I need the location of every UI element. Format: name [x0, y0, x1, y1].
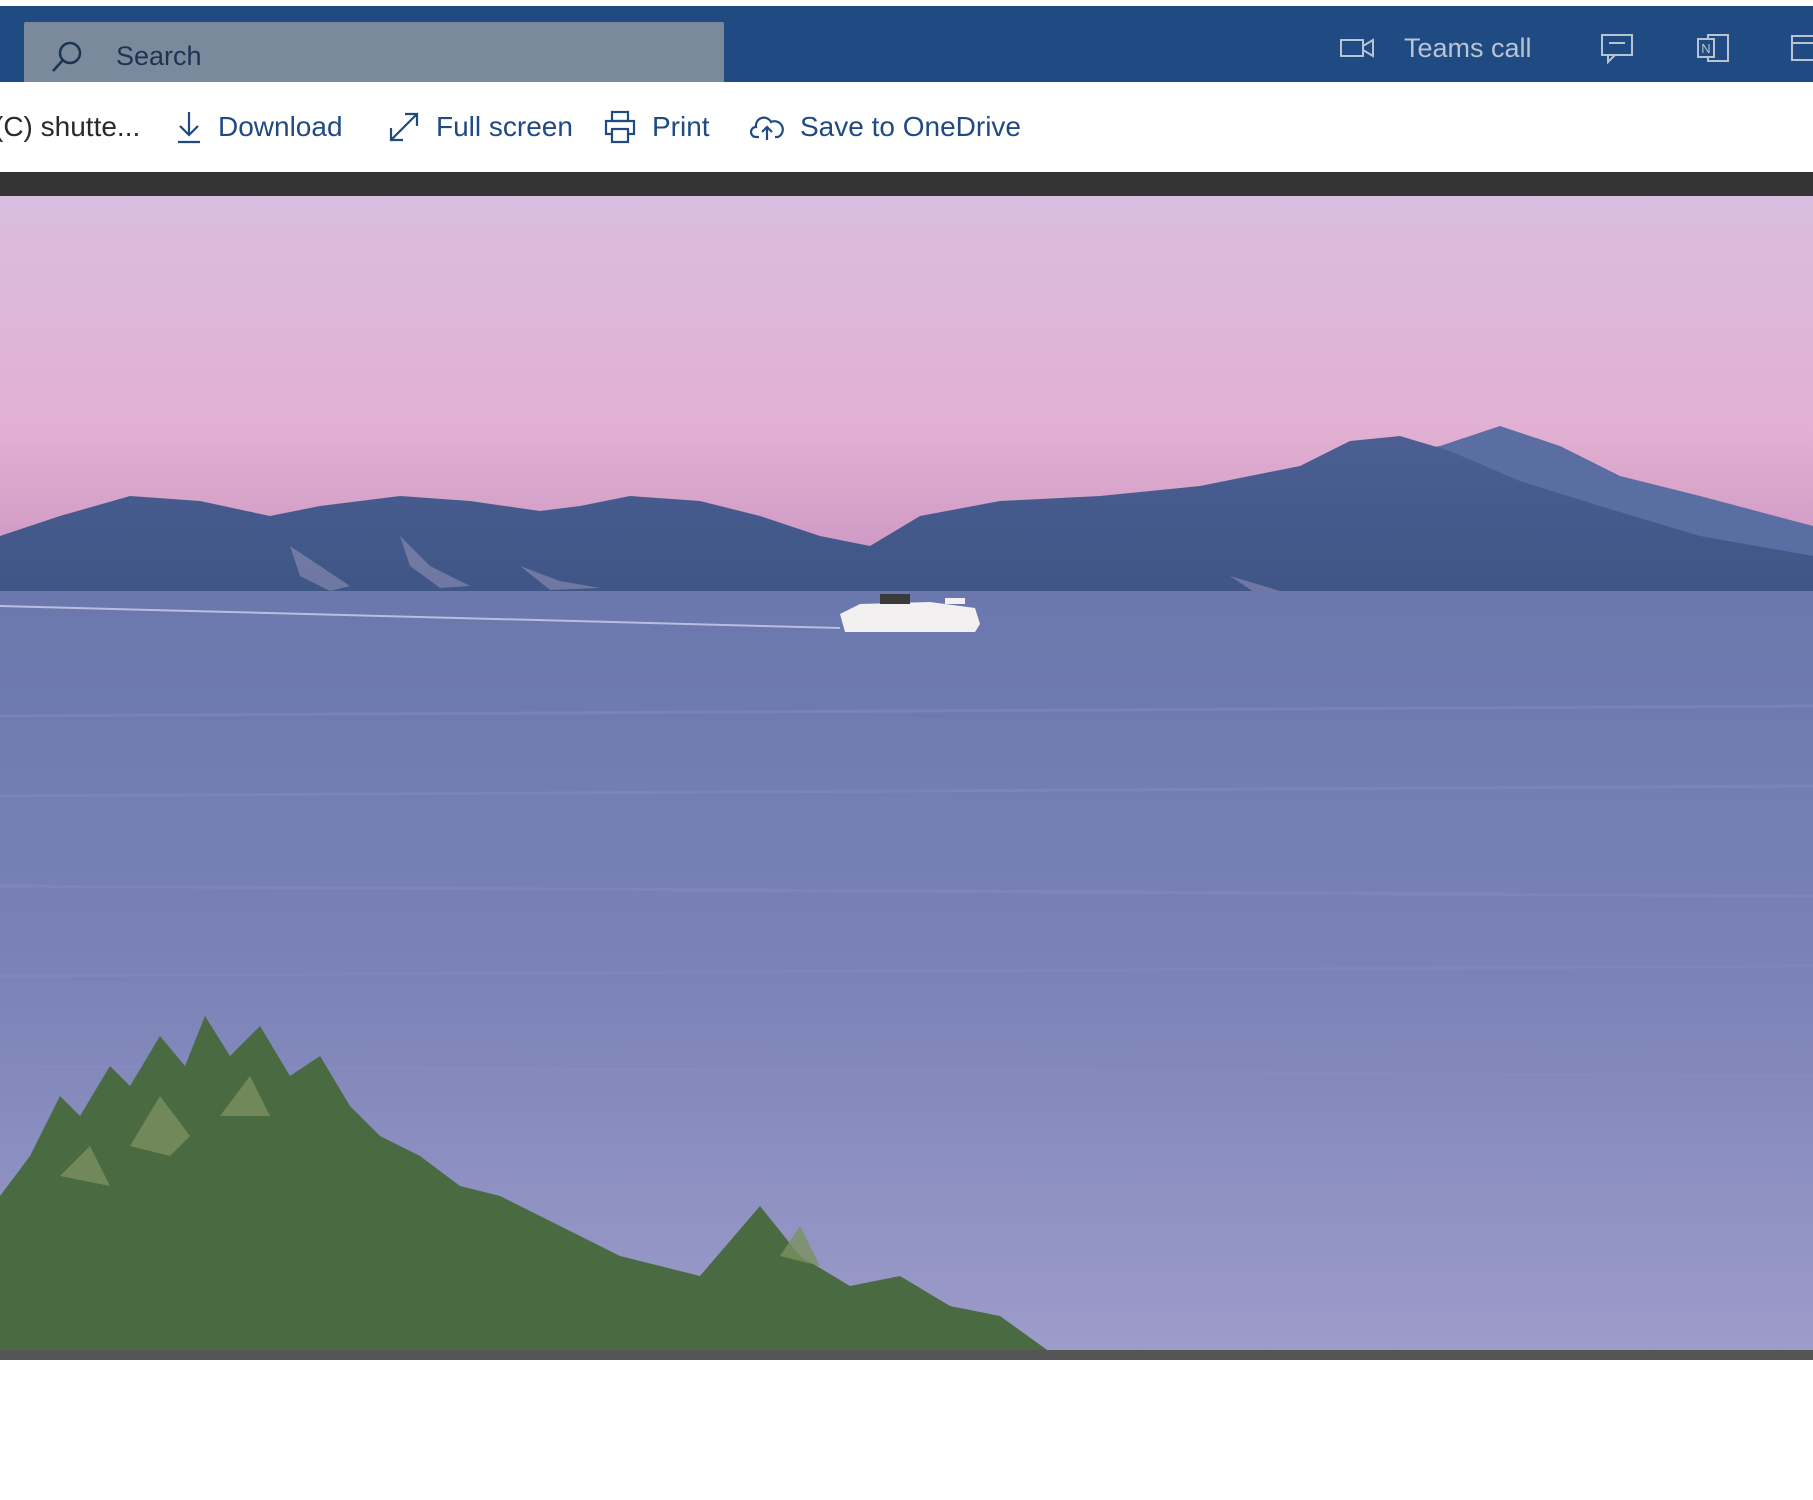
- expand-icon: [388, 111, 436, 143]
- full-screen-label: Full screen: [436, 111, 573, 142]
- download-label: Download: [218, 111, 343, 142]
- download-button[interactable]: Download: [176, 104, 343, 150]
- print-button[interactable]: Print: [604, 104, 710, 150]
- save-to-onedrive-button[interactable]: Save to OneDrive: [750, 104, 1021, 150]
- teams-call-button[interactable]: Teams call: [1340, 28, 1532, 68]
- teams-call-label: Teams call: [1404, 32, 1532, 63]
- cloud-upload-icon: [750, 113, 800, 141]
- download-icon: [176, 110, 218, 144]
- onenote-icon: N: [1696, 32, 1730, 64]
- image-toolbar: (C) shutte... Download Full screen Print…: [0, 82, 1813, 172]
- search-placeholder: Search: [116, 41, 202, 71]
- image-viewer: [0, 172, 1813, 1360]
- onenote-button[interactable]: N: [1696, 28, 1730, 68]
- video-camera-icon: [1340, 37, 1374, 59]
- landscape-photo: [0, 196, 1813, 1500]
- search-icon: [50, 40, 84, 74]
- calendar-button[interactable]: [1790, 28, 1813, 68]
- svg-text:N: N: [1701, 41, 1710, 56]
- print-label: Print: [652, 111, 710, 142]
- search-box[interactable]: Search: [24, 22, 724, 88]
- chat-button[interactable]: [1600, 28, 1636, 68]
- full-screen-button[interactable]: Full screen: [388, 104, 573, 150]
- top-navigation-bar: Search Teams call N: [0, 6, 1813, 88]
- chat-icon: [1600, 32, 1636, 64]
- printer-icon: [604, 110, 652, 144]
- file-name: (C) shutte...: [0, 111, 141, 142]
- calendar-icon: [1790, 32, 1813, 64]
- save-to-onedrive-label: Save to OneDrive: [800, 111, 1021, 142]
- viewer-bottom-strip: [0, 1350, 1813, 1360]
